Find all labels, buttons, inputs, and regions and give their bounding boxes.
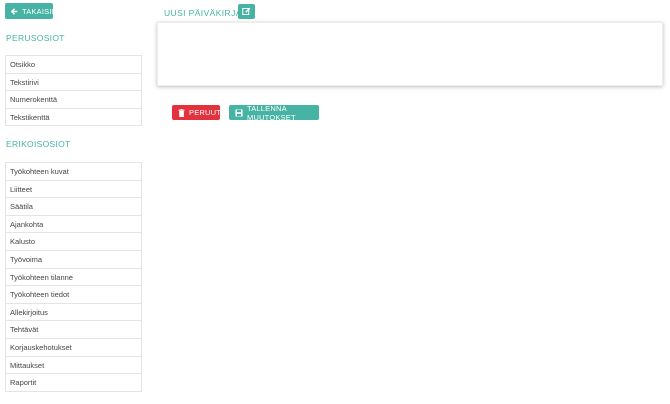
- back-button[interactable]: TAKAISIN: [5, 3, 57, 19]
- save-icon: [235, 108, 243, 117]
- basic-sections-title: PERUSOSIOT: [6, 33, 65, 43]
- list-item[interactable]: Työkohteen tiedot: [6, 286, 141, 304]
- list-item[interactable]: Otsikko: [6, 56, 141, 74]
- list-item[interactable]: Tehtävät: [6, 321, 141, 339]
- edit-title-button[interactable]: [238, 4, 255, 19]
- list-item[interactable]: Säätila: [6, 198, 141, 216]
- list-item[interactable]: Liitteet: [6, 181, 141, 199]
- list-item[interactable]: Tekstirivi: [6, 74, 141, 92]
- basic-sections-list: Otsikko Tekstirivi Numerokenttä Tekstike…: [5, 55, 142, 127]
- list-item[interactable]: Korjauskehotukset: [6, 339, 141, 357]
- arrow-left-icon: [11, 7, 18, 15]
- list-item[interactable]: Numerokenttä: [6, 91, 141, 109]
- cancel-button[interactable]: PERUUTA: [172, 105, 225, 120]
- list-item[interactable]: Työkohteen kuvat: [6, 163, 141, 181]
- list-item[interactable]: Tekstikenttä: [6, 109, 141, 127]
- trash-icon: [178, 108, 185, 117]
- list-item[interactable]: Ajankohta: [6, 216, 141, 234]
- edit-icon: [242, 7, 251, 16]
- back-button-label: TAKAISIN: [22, 6, 58, 16]
- cancel-button-label: PERUUTA: [189, 108, 226, 117]
- special-sections-list: Työkohteen kuvat Liitteet Säätila Ajanko…: [5, 162, 142, 392]
- list-item[interactable]: Raportit: [6, 374, 141, 392]
- diary-drop-area[interactable]: [157, 22, 663, 86]
- special-sections-title: ERIKOISOSIOT: [6, 139, 71, 149]
- save-changes-button[interactable]: TALLENNA MUUTOKSET: [229, 103, 319, 122]
- list-item[interactable]: Kalusto: [6, 233, 141, 251]
- list-item[interactable]: Työvoima: [6, 251, 141, 269]
- list-item[interactable]: Työkohteen tilanne: [6, 269, 141, 287]
- save-button-label: TALLENNA MUUTOKSET: [247, 103, 296, 122]
- page-title: UUSI PÄIVÄKIRJA: [164, 8, 242, 18]
- list-item[interactable]: Mittaukset: [6, 357, 141, 375]
- list-item[interactable]: Allekirjoitus: [6, 304, 141, 322]
